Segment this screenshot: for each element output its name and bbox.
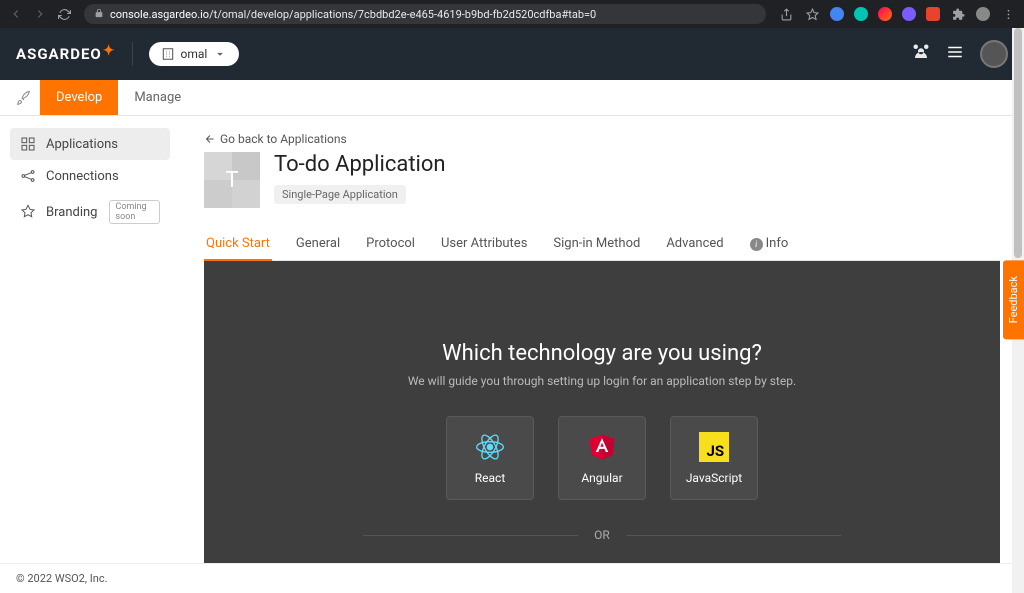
sidebar: Applications Connections Branding Coming…	[0, 116, 180, 563]
reload-icon[interactable]	[56, 6, 72, 22]
extension-icon[interactable]	[854, 7, 868, 21]
users-icon[interactable]	[912, 43, 930, 65]
tech-card-react[interactable]: React	[446, 416, 534, 500]
tab-signin-method[interactable]: Sign-in Method	[551, 228, 642, 261]
react-icon	[474, 431, 506, 463]
quickstart-panel: Which technology are you using? We will …	[204, 261, 1000, 563]
detail-tabs: Quick Start General Protocol User Attrib…	[204, 228, 1000, 261]
app-header: ASGARDEO✦ omal	[0, 28, 1024, 80]
sidebar-item-label: Applications	[46, 137, 118, 152]
page-title: To-do Application	[274, 152, 446, 177]
browser-actions	[778, 6, 1016, 22]
scrollbar-thumb[interactable]	[1014, 28, 1022, 258]
org-name: omal	[181, 47, 208, 61]
extension-icon[interactable]	[902, 7, 916, 21]
org-switcher[interactable]: omal	[149, 42, 240, 66]
back-icon[interactable]	[8, 6, 24, 22]
sidebar-item-branding[interactable]: Branding Coming soon	[10, 192, 170, 232]
quickstart-heading: Which technology are you using?	[442, 341, 762, 366]
tab-quick-start[interactable]: Quick Start	[204, 228, 272, 261]
profile-avatar-icon[interactable]	[976, 7, 990, 21]
sidebar-item-applications[interactable]: Applications	[10, 128, 170, 160]
divider	[132, 42, 133, 66]
tab-manage[interactable]: Manage	[118, 80, 197, 115]
share-icon[interactable]	[778, 6, 794, 22]
sidebar-item-label: Branding	[46, 205, 97, 220]
feedback-button[interactable]: Feedback	[1003, 260, 1024, 339]
main-tabs: Develop Manage	[0, 80, 1024, 116]
back-link[interactable]: Go back to Applications	[204, 132, 1000, 146]
menu-icon[interactable]	[946, 43, 964, 65]
tab-advanced[interactable]: Advanced	[664, 228, 725, 261]
info-icon: i	[750, 238, 763, 251]
tab-protocol[interactable]: Protocol	[364, 228, 417, 261]
url-text: console.asgardeo.io/t/omal/develop/appli…	[110, 8, 596, 21]
app-icon: T	[204, 152, 260, 208]
building-icon	[161, 47, 175, 61]
tab-info[interactable]: iInfo	[748, 228, 791, 261]
logo[interactable]: ASGARDEO✦	[16, 45, 116, 63]
copyright: © 2022 WSO2, Inc.	[16, 572, 108, 585]
branding-icon	[20, 204, 36, 220]
coming-soon-badge: Coming soon	[109, 200, 160, 224]
url-bar[interactable]: console.asgardeo.io/t/omal/develop/appli…	[84, 4, 766, 24]
avatar[interactable]	[980, 40, 1008, 68]
extension-icon[interactable]	[878, 7, 892, 21]
sidebar-item-connections[interactable]: Connections	[10, 160, 170, 192]
tech-card-angular[interactable]: Angular	[558, 416, 646, 500]
tech-card-javascript[interactable]: JS JavaScript	[670, 416, 758, 500]
javascript-icon: JS	[698, 431, 730, 463]
extensions-icon[interactable]	[950, 6, 966, 22]
star-icon[interactable]	[804, 6, 820, 22]
extension-icon[interactable]	[830, 7, 844, 21]
sidebar-item-label: Connections	[46, 169, 119, 184]
forward-icon[interactable]	[32, 6, 48, 22]
angular-icon	[586, 431, 618, 463]
main-content: Go back to Applications T To-do Applicat…	[180, 116, 1024, 563]
or-divider: OR	[363, 528, 841, 542]
quickstart-subheading: We will guide you through setting up log…	[408, 374, 796, 388]
tab-general[interactable]: General	[294, 228, 342, 261]
arrow-left-icon	[204, 133, 216, 145]
svg-text:JS: JS	[707, 442, 725, 460]
getting-started-icon[interactable]	[8, 80, 40, 115]
extension-icon[interactable]	[926, 7, 940, 21]
footer: © 2022 WSO2, Inc.	[0, 563, 1024, 593]
app-type-badge: Single-Page Application	[274, 185, 406, 204]
browser-toolbar: console.asgardeo.io/t/omal/develop/appli…	[0, 0, 1024, 28]
lock-icon	[94, 8, 104, 21]
tab-user-attributes[interactable]: User Attributes	[439, 228, 529, 261]
connections-icon	[20, 168, 36, 184]
chevron-down-icon	[213, 47, 227, 61]
tab-develop[interactable]: Develop	[40, 80, 118, 115]
grid-icon	[20, 136, 36, 152]
kebab-icon[interactable]	[1000, 6, 1016, 22]
